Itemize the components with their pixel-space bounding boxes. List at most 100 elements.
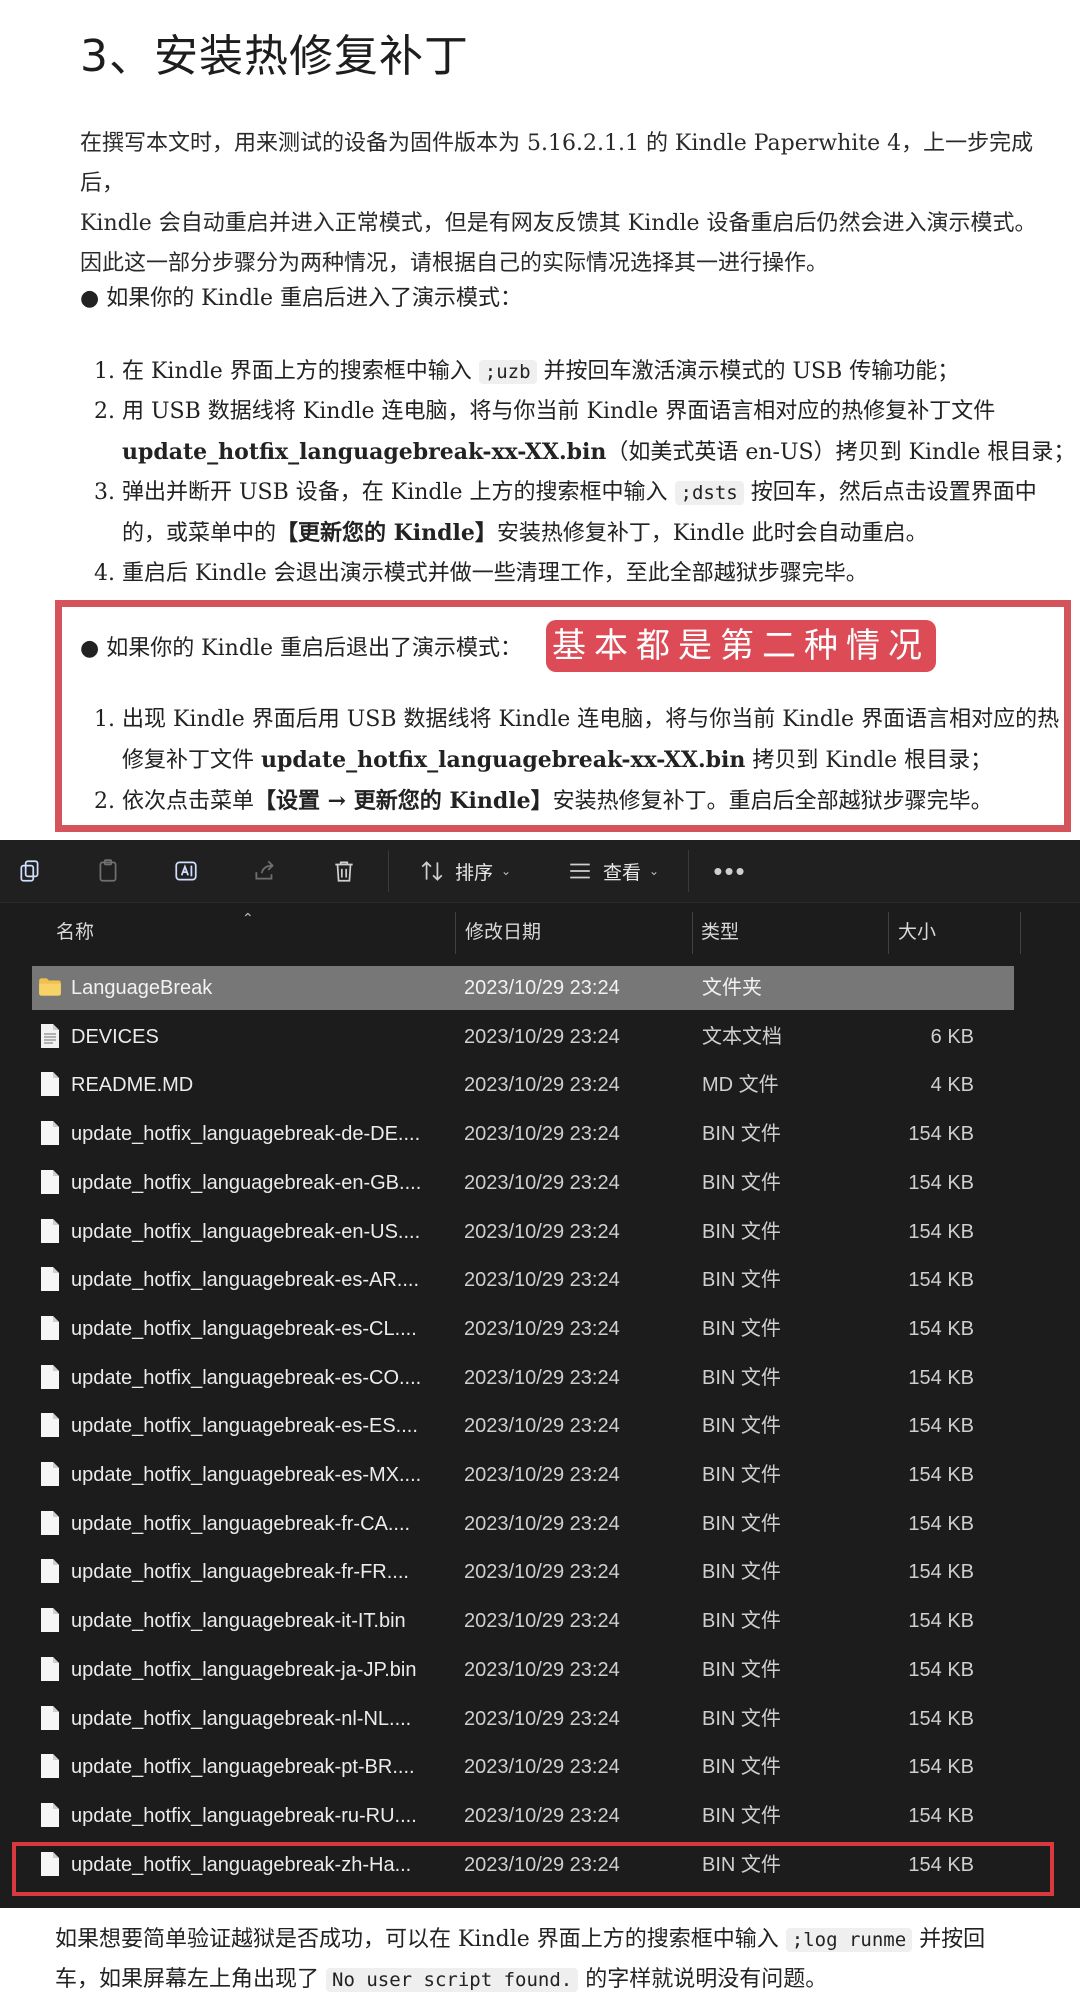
- file-icon: [40, 1705, 62, 1733]
- hotfix-filename: update_hotfix_languagebreak-xx-XX.bin: [122, 439, 607, 465]
- file-explorer: 排序 ⌄ 查看 ⌄ ••• ⌃ 名称 修改日期 类型 大小 LanguageBr…: [0, 840, 1080, 1908]
- file-row[interactable]: update_hotfix_languagebreak-de-DE.... 202…: [32, 1112, 1014, 1156]
- column-divider[interactable]: [455, 912, 456, 954]
- file-row[interactable]: update_hotfix_languagebreak-es-CO.... 202…: [32, 1356, 1014, 1400]
- file-row[interactable]: update_hotfix_languagebreak-es-MX.... 202…: [32, 1453, 1014, 1497]
- file-size: 154 KB: [908, 1512, 974, 1535]
- file-type: BIN 文件: [702, 1658, 781, 1681]
- file-icon: [40, 1120, 62, 1148]
- more-icon[interactable]: •••: [710, 851, 750, 891]
- column-divider[interactable]: [692, 912, 693, 954]
- article-top: 3、安装热修复补丁 在撰写本文时，用来测试的设备为固件版本为 5.16.2.1.…: [0, 0, 1080, 840]
- file-row[interactable]: update_hotfix_languagebreak-it-IT.bin 202…: [32, 1599, 1014, 1643]
- file-type: BIN 文件: [702, 1269, 781, 1292]
- file-modified-date: 2023/10/29 23:24: [464, 1317, 620, 1340]
- file-row[interactable]: LanguageBreak 2023/10/29 23:24 文件夹: [32, 966, 1014, 1010]
- file-icon: [40, 1218, 62, 1246]
- file-type: BIN 文件: [702, 1220, 781, 1243]
- file-name: update_hotfix_languagebreak-nl-NL....: [71, 1707, 412, 1730]
- column-size[interactable]: 大小: [898, 908, 936, 958]
- case2-step-1: 出现 Kindle 界面后用 USB 数据线将 Kindle 连电脑，将与你当前…: [122, 700, 1080, 781]
- file-modified-date: 2023/10/29 23:24: [464, 1415, 620, 1438]
- file-row[interactable]: update_hotfix_languagebreak-es-AR.... 202…: [32, 1258, 1014, 1302]
- view-button[interactable]: 查看 ⌄: [558, 851, 668, 891]
- case2-stamp-label: 基本都是第二种情况: [546, 620, 936, 672]
- column-headers: 名称 修改日期 类型 大小: [0, 908, 1080, 958]
- hotfix-filename-2: update_hotfix_languagebreak-xx-XX.bin: [261, 747, 746, 773]
- file-type: 文本文档: [702, 1025, 782, 1048]
- file-modified-date: 2023/10/29 23:24: [464, 1464, 620, 1486]
- file-row[interactable]: README.MD 2023/10/29 23:24 MD 文件 4 KB: [32, 1063, 1014, 1107]
- file-icon: [40, 1461, 62, 1489]
- file-size: 154 KB: [908, 1561, 974, 1584]
- file-name: update_hotfix_languagebreak-es-AR....: [71, 1269, 420, 1292]
- file-name: update_hotfix_languagebreak-ja-JP.bin: [71, 1658, 417, 1681]
- intro-line-1: 在撰写本文时，用来测试的设备为固件版本为 5.16.2.1.1 的 Kindle…: [80, 131, 1034, 196]
- file-type: 文件夹: [702, 977, 762, 999]
- file-size: 154 KB: [908, 1123, 974, 1146]
- file-modified-date: 2023/10/29 23:24: [464, 1756, 620, 1779]
- toolbar-divider: [388, 850, 389, 892]
- case2-steps: 出现 Kindle 界面后用 USB 数据线将 Kindle 连电脑，将与你当前…: [80, 700, 1080, 822]
- case1-step-4: 重启后 Kindle 会退出演示模式并做一些清理工作，至此全部越狱步骤完毕。: [122, 554, 1080, 594]
- file-type: BIN 文件: [702, 1464, 781, 1486]
- column-type[interactable]: 类型: [701, 908, 739, 958]
- share-icon[interactable]: [245, 851, 285, 891]
- file-icon: [40, 1364, 62, 1392]
- file-icon: [40, 1071, 62, 1099]
- file-icon: [40, 1412, 62, 1440]
- file-icon: [40, 1656, 62, 1684]
- case2-title: ● 如果你的 Kindle 重启后退出了演示模式：: [80, 636, 522, 661]
- file-modified-date: 2023/10/29 23:24: [464, 1804, 620, 1827]
- file-icon: [40, 1607, 62, 1635]
- file-modified-date: 2023/10/29 23:24: [464, 977, 620, 999]
- file-name: update_hotfix_languagebreak-es-ES....: [71, 1415, 418, 1438]
- file-name: update_hotfix_languagebreak-it-IT.bin: [71, 1610, 406, 1633]
- file-type: BIN 文件: [702, 1756, 781, 1779]
- dsts-code: ;dsts: [674, 481, 744, 505]
- file-size: 154 KB: [908, 1171, 974, 1194]
- file-row[interactable]: update_hotfix_languagebreak-nl-NL.... 202…: [32, 1697, 1014, 1741]
- case1-steps: 在 Kindle 界面上方的搜索框中输入 ;uzb 并按回车激活演示模式的 US…: [80, 352, 1080, 594]
- file-size: 154 KB: [908, 1707, 974, 1730]
- column-date[interactable]: 修改日期: [465, 908, 541, 958]
- delete-icon[interactable]: [324, 851, 364, 891]
- file-row[interactable]: update_hotfix_languagebreak-en-US.... 202…: [32, 1210, 1014, 1254]
- file-row[interactable]: update_hotfix_languagebreak-pt-BR.... 202…: [32, 1745, 1014, 1789]
- file-name: update_hotfix_languagebreak-es-MX....: [71, 1464, 422, 1486]
- rename-icon[interactable]: [166, 851, 206, 891]
- file-type: BIN 文件: [702, 1171, 781, 1194]
- case1-title: ● 如果你的 Kindle 重启后进入了演示模式：: [80, 286, 522, 311]
- file-row[interactable]: update_hotfix_languagebreak-fr-CA.... 202…: [32, 1502, 1014, 1546]
- sort-button[interactable]: 排序 ⌄: [410, 851, 520, 891]
- file-type: MD 文件: [702, 1074, 779, 1097]
- copy-icon[interactable]: [10, 851, 50, 891]
- column-divider[interactable]: [1020, 912, 1021, 954]
- file-name: update_hotfix_languagebreak-pt-BR....: [71, 1756, 415, 1779]
- sort-label: 排序: [454, 862, 493, 884]
- file-modified-date: 2023/10/29 23:24: [464, 1512, 620, 1535]
- file-row[interactable]: update_hotfix_languagebreak-en-GB.... 202…: [32, 1161, 1014, 1205]
- file-modified-date: 2023/10/29 23:24: [464, 1561, 620, 1584]
- file-row[interactable]: update_hotfix_languagebreak-es-CL.... 202…: [32, 1307, 1014, 1351]
- file-row[interactable]: update_hotfix_languagebreak-es-ES.... 202…: [32, 1404, 1014, 1448]
- file-icon: [40, 1266, 62, 1294]
- file-icon: [40, 1753, 62, 1781]
- file-row[interactable]: update_hotfix_languagebreak-fr-FR.... 202…: [32, 1550, 1014, 1594]
- file-name: update_hotfix_languagebreak-en-GB....: [71, 1171, 422, 1194]
- file-name: DEVICES: [71, 1025, 159, 1048]
- file-modified-date: 2023/10/29 23:24: [464, 1074, 620, 1097]
- file-size: 154 KB: [908, 1317, 974, 1340]
- file-row[interactable]: DEVICES 2023/10/29 23:24 文本文档 6 KB: [32, 1015, 1014, 1059]
- file-row[interactable]: update_hotfix_languagebreak-ja-JP.bin 202…: [32, 1648, 1014, 1692]
- file-name: update_hotfix_languagebreak-es-CO....: [71, 1366, 422, 1389]
- column-name[interactable]: 名称: [56, 908, 94, 958]
- update-kindle-bold: 【更新您的 Kindle】: [276, 520, 497, 546]
- file-icon: [40, 1169, 62, 1197]
- file-row[interactable]: update_hotfix_languagebreak-ru-RU.... 202…: [32, 1794, 1014, 1838]
- file-size: 154 KB: [908, 1415, 974, 1438]
- column-divider[interactable]: [888, 912, 889, 954]
- file-size: 154 KB: [908, 1658, 974, 1681]
- settings-update-bold: 【设置 → 更新您的 Kindle】: [254, 788, 553, 814]
- paste-icon[interactable]: [88, 851, 128, 891]
